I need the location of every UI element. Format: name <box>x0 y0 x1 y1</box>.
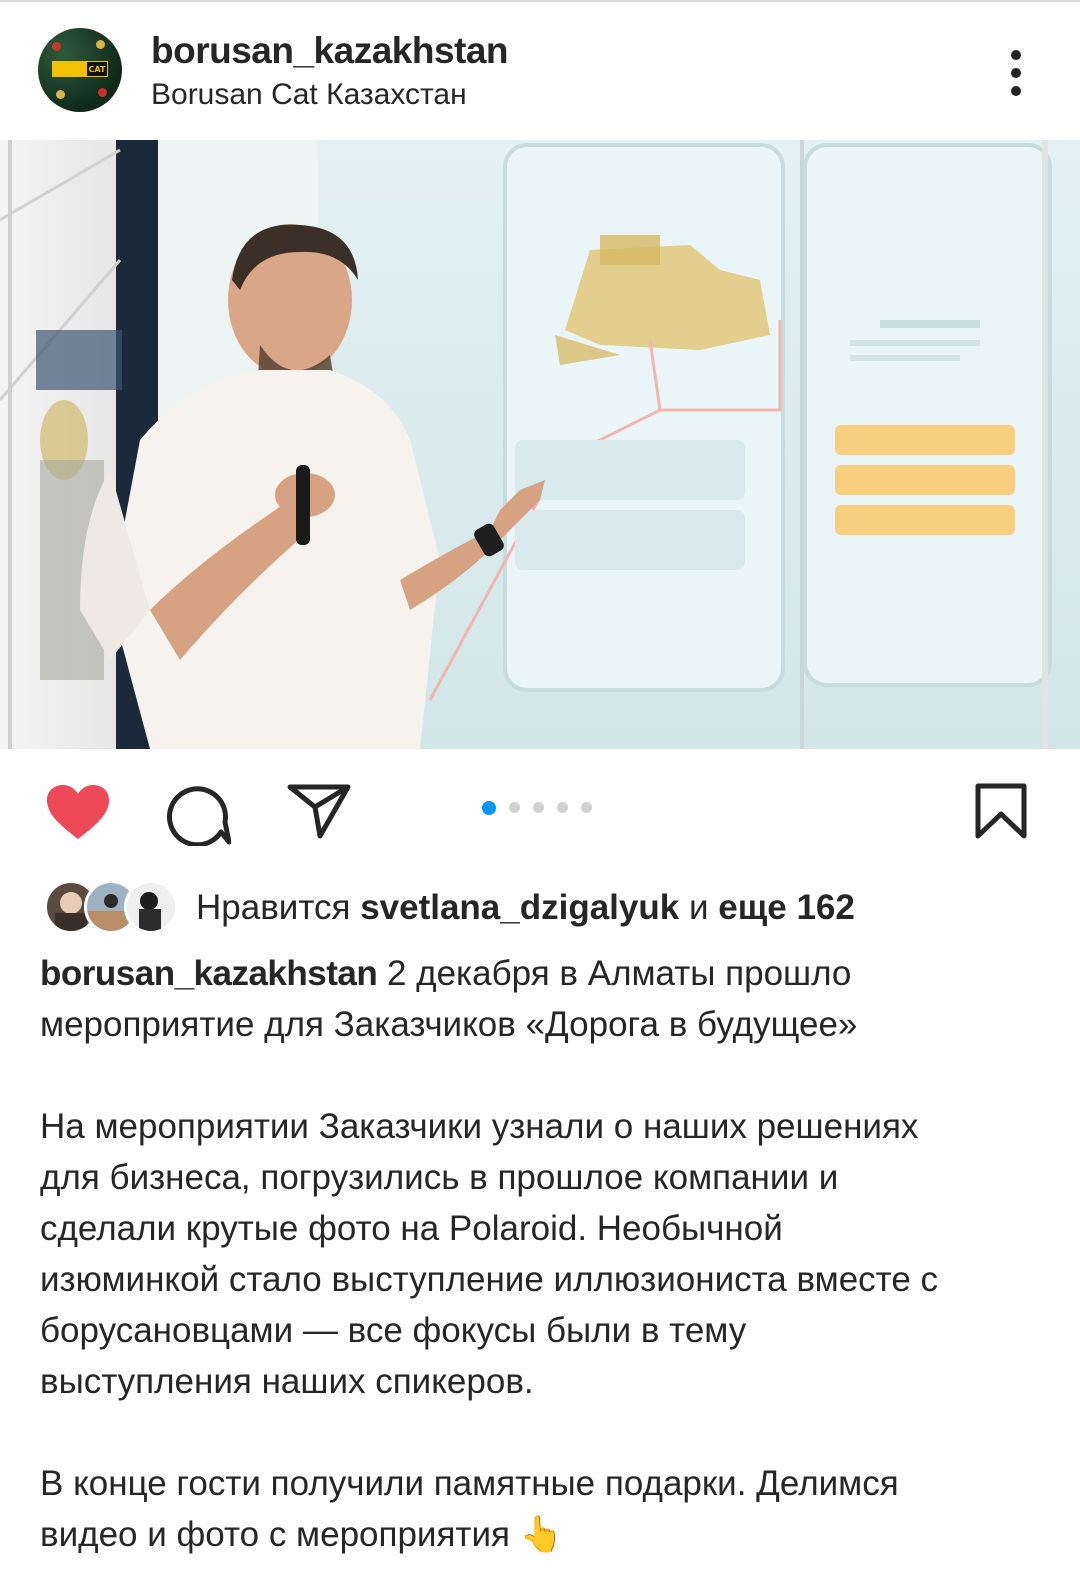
caption-line: выступления наших спикеров. <box>40 1362 534 1401</box>
caption-line: На мероприятии Заказчики узнали о наших … <box>40 1107 919 1146</box>
ornament-decoration <box>98 88 107 97</box>
likes-prefix: Нравится <box>196 888 351 927</box>
ornament-decoration <box>56 90 65 99</box>
post-caption: borusan_kazakhstan 2 декабря в Алматы пр… <box>40 948 1050 1560</box>
paper-plane-icon[interactable] <box>287 782 351 845</box>
carousel-dot <box>533 802 544 813</box>
ornament-decoration <box>52 42 61 51</box>
caption-line: сделали крутые фото на Polaroid. Необычн… <box>40 1209 783 1248</box>
caption-line: для бизнеса, погрузились в прошлое компа… <box>40 1158 839 1197</box>
caption-line: видео и фото с мероприятия 👆 <box>40 1515 564 1554</box>
brand-logo: CAT <box>52 61 108 77</box>
caption-paragraph: borusan_kazakhstan 2 декабря в Алматы пр… <box>40 948 1050 1050</box>
likes-middle: и <box>688 888 709 927</box>
liker-avatar <box>124 880 178 934</box>
more-vertical-icon[interactable] <box>1003 48 1029 98</box>
carousel-dot <box>557 802 568 813</box>
post-username[interactable]: borusan_kazakhstan <box>151 30 509 72</box>
likes-row[interactable]: Нравится svetlana_dzigalyuk и еще 162 <box>44 880 1044 936</box>
post-image[interactable] <box>0 140 1080 749</box>
post-subtitle: Borusan Cat Казахстан <box>151 78 467 111</box>
caption-line: изюминкой стало выступление иллюзиониста… <box>40 1260 939 1299</box>
ornament-decoration <box>96 40 105 49</box>
comment-icon[interactable] <box>167 784 232 851</box>
caption-username[interactable]: borusan_kazakhstan <box>40 954 378 993</box>
carousel-dot <box>509 802 520 813</box>
heart-icon[interactable] <box>45 783 111 846</box>
liker-username[interactable]: svetlana_dzigalyuk <box>360 888 679 927</box>
post-header: CAT borusan_kazakhstan Borusan Cat Казах… <box>0 0 1080 140</box>
profile-avatar[interactable]: CAT <box>38 28 122 112</box>
carousel-dot <box>581 802 592 813</box>
caption-line: борусановцами — все фокусы были в тему <box>40 1311 747 1350</box>
likes-count[interactable]: еще 162 <box>718 888 855 927</box>
bookmark-icon[interactable] <box>974 782 1028 845</box>
likes-summary[interactable]: Нравится svetlana_dzigalyuk и еще 162 <box>196 888 855 928</box>
caption-line: В конце гости получили памятные подарки.… <box>40 1464 899 1503</box>
presentation-photo <box>0 140 1080 749</box>
carousel-dot-active <box>482 801 496 815</box>
